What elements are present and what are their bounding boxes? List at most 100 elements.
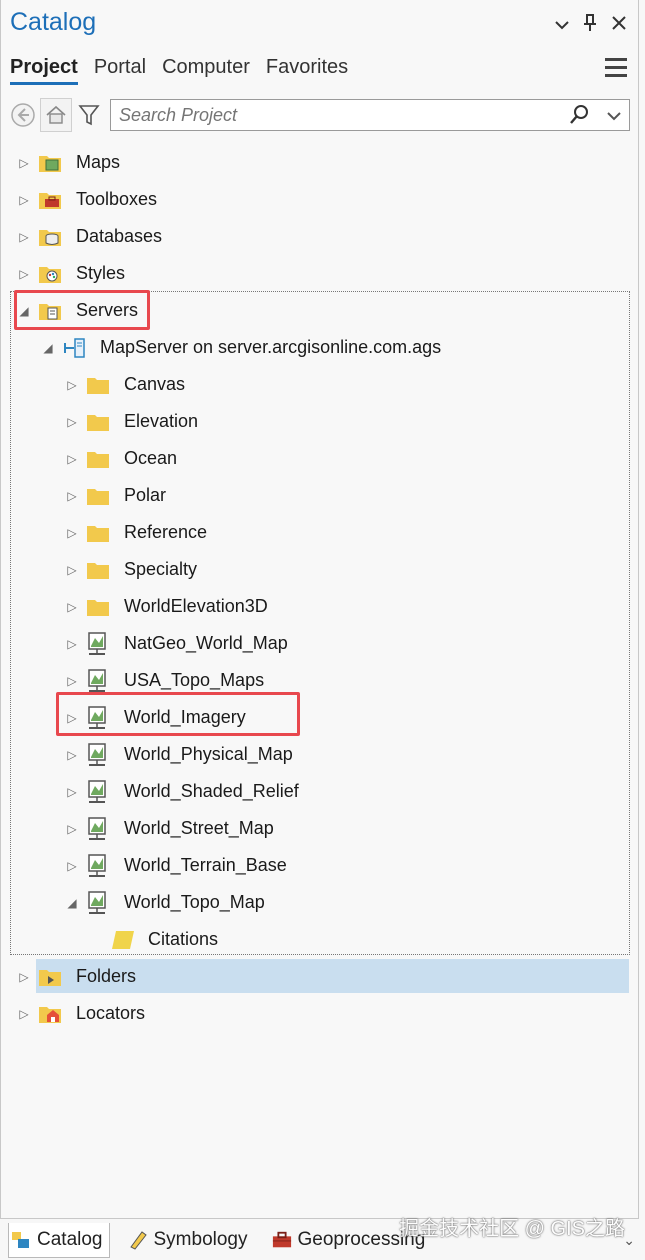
tree-item-label: NatGeo_World_Map (124, 633, 288, 653)
tab-catalog[interactable]: Catalog (8, 1222, 110, 1258)
map-service-icon (86, 779, 114, 804)
folder-icon (86, 558, 114, 582)
toolbox-icon (272, 1231, 291, 1248)
tree-item-locators[interactable]: ▷ Locators (16, 995, 145, 1032)
folder-icon (86, 410, 114, 434)
tree-item-elevation[interactable]: ▷ Elevation (64, 403, 198, 440)
tab-symbology[interactable]: Symbology (126, 1223, 254, 1257)
database-folder-icon (38, 225, 66, 249)
pane-title: Catalog (10, 8, 97, 36)
filter-icon (78, 105, 100, 126)
tree-item-world-terrain-base[interactable]: ▷ World_Terrain_Base (64, 847, 287, 884)
annotation-highlight-servers (14, 290, 150, 330)
tree-item-world-shaded-relief[interactable]: ▷ World_Shaded_Relief (64, 773, 299, 810)
tree-item-label: Ocean (124, 448, 178, 468)
tree-item-label: Locators (76, 1003, 146, 1023)
tree-item-label: WorldElevation3D (124, 596, 268, 616)
folder-icon (86, 521, 114, 545)
tree-item-ocean[interactable]: ▷ Ocean (64, 440, 177, 477)
tab-label: Symbology (153, 1229, 248, 1250)
toolbox-folder-icon (38, 188, 66, 212)
tree-item-world-physical-map[interactable]: ▷ World_Physical_Map (64, 736, 293, 773)
search-options-chevron-icon[interactable] (607, 108, 621, 126)
collapse-arrow-icon[interactable]: ◢ (64, 896, 80, 910)
map-service-icon (86, 890, 114, 915)
tab-computer[interactable]: Computer (162, 56, 250, 85)
expand-arrow-icon[interactable]: ▷ (64, 822, 80, 836)
home-button[interactable] (40, 98, 72, 132)
expand-arrow-icon[interactable]: ▷ (64, 674, 80, 688)
expand-arrow-icon[interactable]: ▷ (64, 748, 80, 762)
close-icon[interactable] (611, 15, 627, 34)
expand-arrow-icon[interactable]: ▷ (64, 859, 80, 873)
tab-project[interactable]: Project (10, 56, 78, 85)
tree-item-specialty[interactable]: ▷ Specialty (64, 551, 197, 588)
tree-item-label: World_Street_Map (124, 818, 274, 838)
expand-arrow-icon[interactable]: ▷ (64, 637, 80, 651)
collapse-arrow-icon[interactable]: ◢ (40, 341, 56, 355)
pane-title-controls (555, 14, 627, 35)
tree-item-label: Styles (76, 263, 126, 283)
expand-arrow-icon[interactable]: ▷ (64, 785, 80, 799)
bottom-chevron-icon[interactable]: ⌄ (623, 1232, 635, 1249)
expand-arrow-icon[interactable]: ▷ (64, 563, 80, 577)
chevron-down-icon[interactable] (555, 16, 569, 33)
back-button[interactable] (8, 99, 38, 131)
tree-item-folders[interactable]: ▷ Folders (16, 958, 136, 995)
tree-item-label: Citations (148, 929, 219, 949)
expand-arrow-icon[interactable]: ▷ (64, 378, 80, 392)
expand-arrow-icon[interactable]: ▷ (64, 526, 80, 540)
folder-icon (86, 595, 114, 619)
tree-item-world-topo-map[interactable]: ◢ World_Topo_Map (64, 884, 265, 921)
expand-arrow-icon[interactable]: ▷ (16, 970, 32, 984)
locator-folder-icon (38, 1002, 66, 1026)
pin-icon[interactable] (583, 14, 597, 35)
styles-folder-icon (38, 262, 66, 286)
tab-favorites[interactable]: Favorites (266, 56, 348, 85)
expand-arrow-icon[interactable]: ▷ (16, 230, 32, 244)
menu-icon[interactable] (605, 58, 627, 82)
folder-icon (86, 484, 114, 508)
expand-arrow-icon[interactable]: ▷ (16, 267, 32, 281)
tree-item-polar[interactable]: ▷ Polar (64, 477, 166, 514)
expand-arrow-icon[interactable]: ▷ (64, 415, 80, 429)
map-service-icon (86, 853, 114, 878)
watermark: 掘金技术社区 @ GIS之路 (399, 1218, 625, 1240)
tree-item-canvas[interactable]: ▷ Canvas (64, 366, 185, 403)
catalog-tabs: Project Portal Computer Favorites (10, 56, 348, 85)
folder-icon (86, 447, 114, 471)
tree-item-label: MapServer on server.arcgisonline.com.ags (100, 337, 442, 357)
search-box (110, 99, 630, 131)
symbology-icon (129, 1231, 147, 1250)
tree-item-reference[interactable]: ▷ Reference (64, 514, 207, 551)
tab-label: Catalog (37, 1228, 103, 1250)
tree-item-label: Toolboxes (76, 189, 158, 209)
tree-item-label: World_Topo_Map (124, 892, 265, 912)
tree-item-toolboxes[interactable]: ▷ Toolboxes (16, 181, 157, 218)
expand-arrow-icon[interactable]: ▷ (16, 156, 32, 170)
tree-item-maps[interactable]: ▷ Maps (16, 144, 120, 181)
expand-arrow-icon[interactable]: ▷ (16, 1007, 32, 1021)
tab-portal[interactable]: Portal (94, 56, 146, 85)
citation-note-icon (110, 928, 138, 952)
tree-item-label: Maps (76, 152, 121, 172)
tree-item-label: USA_Topo_Maps (124, 670, 265, 690)
search-icon[interactable] (569, 104, 591, 131)
map-service-icon (86, 816, 114, 841)
tree-item-label: Specialty (124, 559, 198, 579)
expand-arrow-icon[interactable]: ▷ (64, 600, 80, 614)
tree-item-world-street-map[interactable]: ▷ World_Street_Map (64, 810, 274, 847)
server-connection-icon (62, 336, 90, 360)
tree-item-citations[interactable]: Citations (88, 921, 218, 958)
expand-arrow-icon[interactable]: ▷ (16, 193, 32, 207)
tree-item-mapserver-connection[interactable]: ◢ MapServer on server.arcgisonline.com.a… (40, 329, 441, 366)
tree-item-styles[interactable]: ▷ Styles (16, 255, 125, 292)
tree-item-worldelevation3d[interactable]: ▷ WorldElevation3D (64, 588, 268, 625)
expand-arrow-icon[interactable]: ▷ (64, 452, 80, 466)
tree-item-natgeo-world-map[interactable]: ▷ NatGeo_World_Map (64, 625, 288, 662)
expand-arrow-icon[interactable]: ▷ (64, 489, 80, 503)
folders-icon (38, 965, 66, 989)
search-input[interactable] (111, 100, 561, 130)
filter-button[interactable] (74, 99, 104, 131)
tree-item-databases[interactable]: ▷ Databases (16, 218, 162, 255)
